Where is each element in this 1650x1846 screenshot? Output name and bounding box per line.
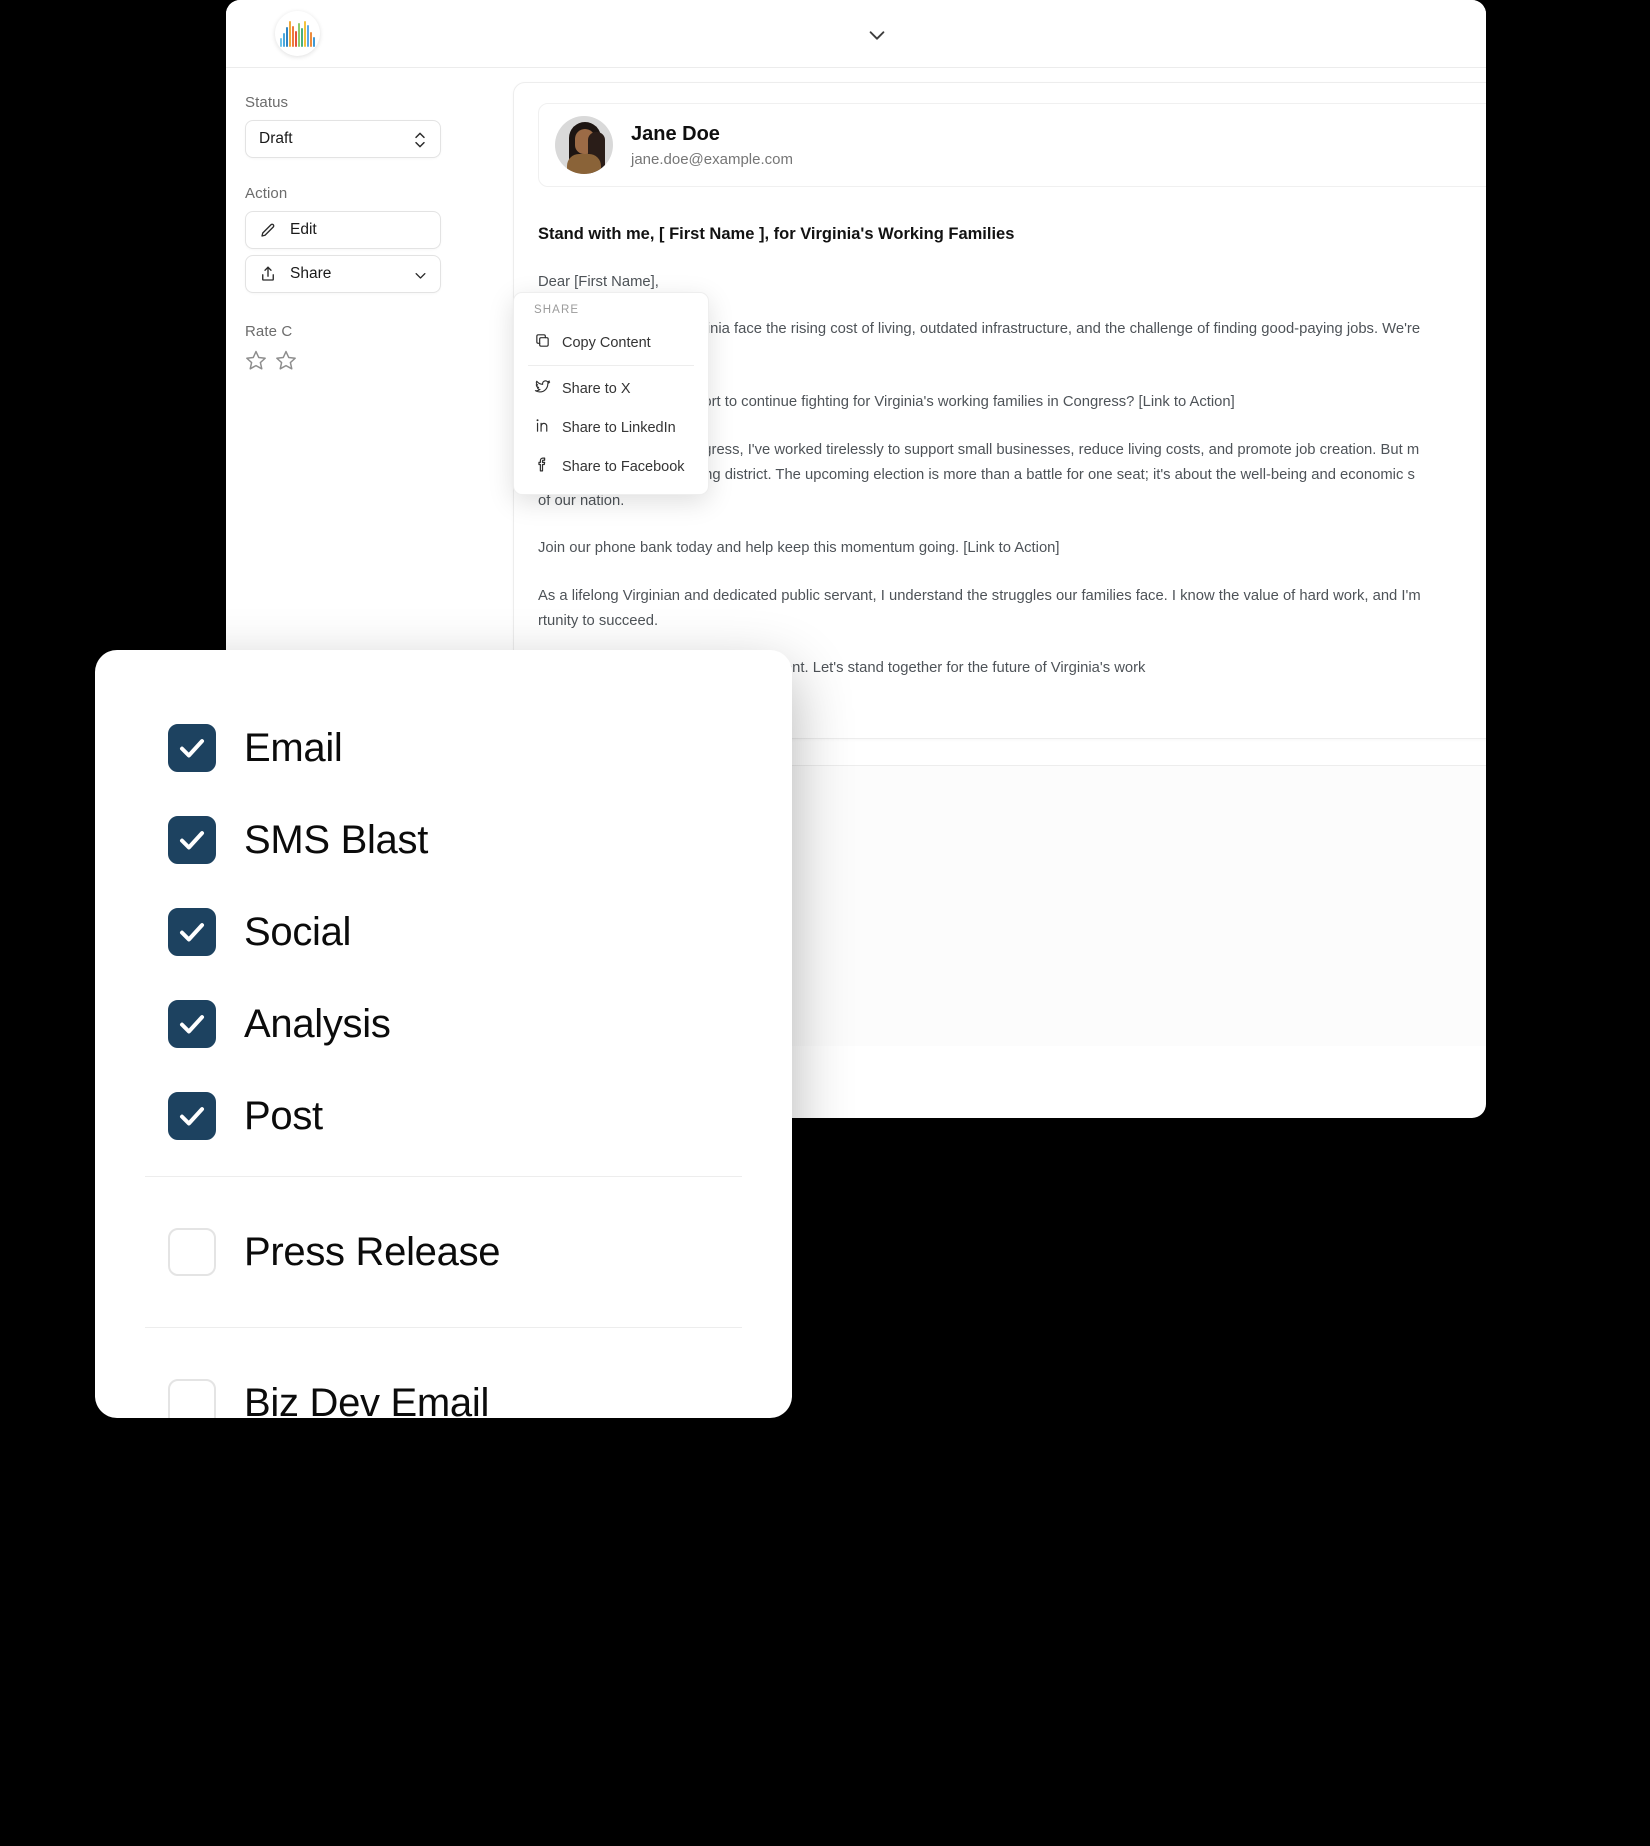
chevron-down-icon — [413, 268, 428, 283]
share-menu-item-copy-content[interactable]: Copy Content — [514, 323, 708, 362]
share-upload-icon — [259, 265, 277, 283]
checkbox-post[interactable] — [168, 1092, 216, 1140]
share-menu-item-share-to-linkedin[interactable]: Share to LinkedIn — [514, 408, 708, 447]
channel-label: SMS Blast — [244, 817, 429, 862]
checkbox-biz-dev-email[interactable] — [168, 1379, 216, 1418]
channel-label: Email — [244, 725, 343, 770]
window-topbar — [226, 0, 1486, 68]
channel-row-analysis[interactable]: Analysis — [95, 978, 792, 1070]
modal-divider — [145, 1327, 742, 1328]
twitter-x-icon — [534, 378, 551, 399]
app-logo-icon — [275, 11, 320, 56]
email-paragraph: Join our phone bank today and help keep … — [538, 540, 1060, 557]
checkbox-press-release[interactable] — [168, 1228, 216, 1276]
modal-divider — [145, 1176, 742, 1177]
channel-label: Post — [244, 1093, 323, 1138]
action-label: Action — [245, 185, 288, 202]
linkedin-icon — [534, 417, 551, 438]
menu-divider — [528, 365, 694, 366]
rating-stars[interactable] — [245, 349, 478, 376]
channel-row-email[interactable]: Email — [95, 702, 792, 794]
channel-row-press-release[interactable]: Press Release — [95, 1191, 792, 1313]
chevron-down-icon[interactable] — [866, 24, 888, 46]
rate-label: Rate C — [245, 323, 293, 340]
edit-button-label: Edit — [290, 221, 317, 238]
checkbox-social[interactable] — [168, 908, 216, 956]
channel-label: Social — [244, 909, 352, 954]
channel-label: Biz Dev Email — [244, 1380, 490, 1419]
share-button-label: Share — [290, 265, 332, 282]
channel-label: Analysis — [244, 1001, 391, 1046]
chevron-up-down-icon — [412, 130, 428, 150]
email-subject: Stand with me, [ First Name ], for Virgi… — [538, 225, 1015, 243]
channel-row-social[interactable]: Social — [95, 886, 792, 978]
share-menu-item-label: Share to Facebook — [562, 458, 685, 475]
screen-root: Status Draft Action Edit Share Rate C Ja… — [0, 0, 1650, 1846]
channel-row-biz-dev-email[interactable]: Biz Dev Email — [95, 1342, 792, 1418]
share-menu-item-label: Copy Content — [562, 334, 651, 351]
sender-card: Jane Doe jane.doe@example.com — [538, 103, 1486, 187]
pencil-icon — [259, 221, 277, 239]
checkbox-analysis[interactable] — [168, 1000, 216, 1048]
share-menu-item-share-to-x[interactable]: Share to X — [514, 369, 708, 408]
share-menu-item-label: Share to X — [562, 380, 631, 397]
channel-row-sms-blast[interactable]: SMS Blast — [95, 794, 792, 886]
share-menu-item-share-to-facebook[interactable]: Share to Facebook — [514, 447, 708, 486]
checkbox-email[interactable] — [168, 724, 216, 772]
channel-label: Press Release — [244, 1229, 501, 1274]
star-icon[interactable] — [275, 349, 297, 376]
sender-name: Jane Doe — [631, 122, 720, 145]
avatar — [555, 116, 613, 174]
email-paragraph: As a lifelong Virginian and dedicated pu… — [538, 587, 1421, 629]
facebook-icon — [534, 456, 551, 477]
edit-button[interactable]: Edit — [245, 211, 441, 249]
star-icon[interactable] — [245, 349, 267, 376]
checkbox-sms-blast[interactable] — [168, 816, 216, 864]
status-select-value: Draft — [259, 130, 293, 147]
share-button[interactable]: Share — [245, 255, 441, 293]
status-select[interactable]: Draft — [245, 120, 441, 158]
channel-row-post[interactable]: Post — [95, 1070, 792, 1162]
share-menu-item-label: Share to LinkedIn — [562, 419, 676, 436]
share-menu-caption: SHARE — [534, 304, 580, 316]
share-dropdown-menu: SHARE Copy Content Share to X Share to L… — [513, 292, 709, 495]
status-label: Status — [245, 94, 289, 111]
channels-modal: Email SMS Blast Social Analysis Post Pre… — [95, 650, 792, 1418]
sender-email: jane.doe@example.com — [631, 150, 793, 168]
copy-icon — [534, 332, 551, 353]
